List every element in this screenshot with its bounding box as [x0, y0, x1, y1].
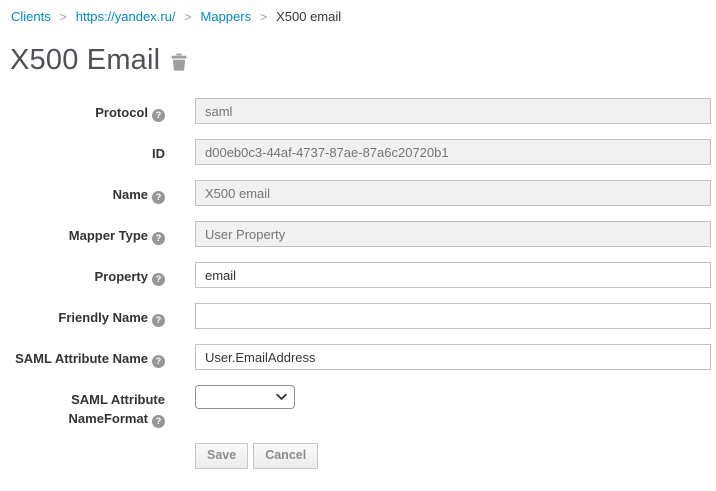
help-icon[interactable]: ?	[152, 109, 165, 122]
form-row: SAML Attribute Name?	[0, 344, 716, 370]
field-wrap	[195, 180, 711, 206]
saml-attribute-name-input[interactable]	[195, 344, 711, 370]
property-label: Property?	[0, 262, 165, 286]
form-row: Friendly Name?	[0, 303, 716, 329]
form-row: Mapper Type?	[0, 221, 716, 247]
field-label: ID	[152, 146, 165, 161]
friendly-name-input[interactable]	[195, 303, 711, 329]
form-row: Name?	[0, 180, 716, 206]
id-input[interactable]	[195, 139, 711, 165]
help-icon[interactable]: ?	[152, 273, 165, 286]
breadcrumb-link[interactable]: https://yandex.ru/	[76, 9, 176, 24]
page-title-row: X500 Email	[10, 42, 716, 78]
cancel-button[interactable]: Cancel	[253, 443, 318, 469]
property-input[interactable]	[195, 262, 711, 288]
breadcrumb: Clients > https://yandex.ru/ > Mappers > X500 …	[0, 0, 716, 26]
field-label: Name	[113, 187, 148, 202]
name-input[interactable]	[195, 180, 711, 206]
help-icon[interactable]: ?	[152, 232, 165, 245]
help-icon[interactable]: ?	[152, 415, 165, 428]
mapper-detail-page: Clients > https://yandex.ru/ > Mappers > X500 …	[0, 0, 716, 491]
form-row: Property?	[0, 262, 716, 288]
help-icon[interactable]: ?	[152, 191, 165, 204]
id-label: ID	[0, 139, 165, 163]
breadcrumb-current: X500 email	[276, 9, 341, 24]
breadcrumb-link[interactable]: Mappers	[201, 9, 252, 24]
field-label: Protocol	[95, 105, 148, 120]
field-wrap	[195, 221, 711, 247]
field-wrap	[195, 385, 711, 409]
protocol-input[interactable]	[195, 98, 711, 124]
help-icon[interactable]: ?	[152, 314, 165, 327]
field-label: SAML Attribute NameFormat	[69, 392, 165, 426]
saml-attribute-name-label: SAML Attribute Name?	[0, 344, 165, 368]
breadcrumb-separator: >	[60, 10, 67, 24]
field-label: Mapper Type	[69, 228, 148, 243]
breadcrumb-link[interactable]: Clients	[11, 9, 51, 24]
protocol-label: Protocol?	[0, 98, 165, 122]
friendly-name-label: Friendly Name?	[0, 303, 165, 327]
form-row: Protocol?	[0, 98, 716, 124]
field-wrap	[195, 262, 711, 288]
field-wrap	[195, 303, 711, 329]
form-actions: SaveCancel	[195, 443, 716, 469]
mapper-type-label: Mapper Type?	[0, 221, 165, 245]
field-label: SAML Attribute Name	[15, 351, 148, 366]
field-label: Property	[95, 269, 148, 284]
save-button[interactable]: Save	[195, 443, 248, 469]
form-row: ID	[0, 139, 716, 165]
trash-icon[interactable]	[171, 53, 187, 71]
field-wrap	[195, 98, 711, 124]
saml-attribute-nameformat-label: SAML Attribute NameFormat?	[0, 385, 165, 428]
saml-attribute-nameformat-select[interactable]	[195, 385, 295, 409]
form-row: SAML Attribute NameFormat?	[0, 385, 716, 428]
field-wrap	[195, 344, 711, 370]
mapper-type-input[interactable]	[195, 221, 711, 247]
breadcrumb-separator: >	[185, 10, 192, 24]
field-wrap	[195, 139, 711, 165]
breadcrumb-separator: >	[260, 10, 267, 24]
help-icon[interactable]: ?	[152, 355, 165, 368]
mapper-form: Protocol? ID Name? Mapper Type? Property…	[0, 98, 716, 428]
field-label: Friendly Name	[58, 310, 148, 325]
page-title: X500 Email	[10, 44, 160, 77]
name-label: Name?	[0, 180, 165, 204]
